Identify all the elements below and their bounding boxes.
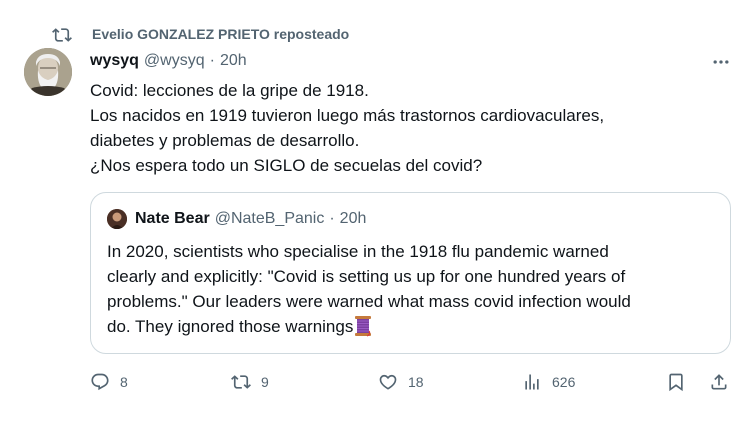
quoted-timestamp[interactable]: 20h [340,210,367,228]
retweet-button[interactable]: 9 [231,366,269,398]
quoted-author-name[interactable]: Nate Bear [135,210,210,228]
tweet-timestamp[interactable]: 20h [220,52,247,70]
retweet-count: 9 [261,374,269,390]
thread-spool-icon [354,315,372,337]
more-options-button[interactable] [708,52,734,72]
tweet-text: Covid: lecciones de la gripe de 1918. Lo… [90,78,730,178]
heart-icon [379,374,397,390]
bookmark-icon [669,373,683,392]
like-count: 18 [408,374,424,390]
tweet-text-line: Covid: lecciones de la gripe de 1918. [90,81,369,100]
tweet-text-line: ¿Nos espera todo un SIGLO de secuelas de… [90,156,483,175]
separator-dot: · [329,210,335,227]
quoted-text-line: problems." Our leaders were warned what … [107,292,631,311]
share-icon [711,374,727,390]
quoted-text-line: clearly and explicitly: "Covid is settin… [107,267,626,286]
bookmark-button[interactable] [666,366,686,398]
reply-button[interactable]: 8 [90,366,128,398]
quoted-text: In 2020, scientists who specialise in th… [107,239,722,339]
reply-icon [91,373,109,391]
tweet-text-line: diabetes y problemas de desarrollo. [90,131,360,150]
quoted-header: Nate Bear @NateB_Panic · 20h [135,210,366,228]
more-icon [713,60,729,64]
avatar[interactable] [24,48,72,96]
repost-icon [52,25,72,45]
author-name[interactable]: wysyq [90,52,139,70]
separator-dot: · [209,52,215,69]
share-button[interactable] [709,366,729,398]
retweet-icon [231,375,251,389]
quoted-text-line: In 2020, scientists who specialise in th… [107,242,609,261]
views-count: 626 [552,374,576,390]
repost-label[interactable]: Evelio GONZALEZ PRIETO reposteado [92,26,349,42]
views-button[interactable]: 626 [522,366,575,398]
quoted-text-last: do. They ignored those warnings [107,317,354,336]
quoted-author-handle[interactable]: @NateB_Panic [215,210,325,228]
tweet-actions-bar: 8 9 18 626 [0,366,750,398]
author-handle[interactable]: @wysyq [144,52,205,70]
tweet-text-line: Los nacidos en 1919 tuvieron luego más t… [90,106,605,125]
analytics-icon [525,374,539,390]
reply-count: 8 [120,374,128,390]
like-button[interactable]: 18 [378,366,424,398]
tweet-header: wysyq @wysyq · 20h [90,52,247,70]
quoted-text-line: do. They ignored those warnings [107,314,722,339]
quoted-avatar[interactable] [107,209,127,229]
quoted-tweet-card[interactable]: Nate Bear @NateB_Panic · 20h In 2020, sc… [90,192,731,354]
